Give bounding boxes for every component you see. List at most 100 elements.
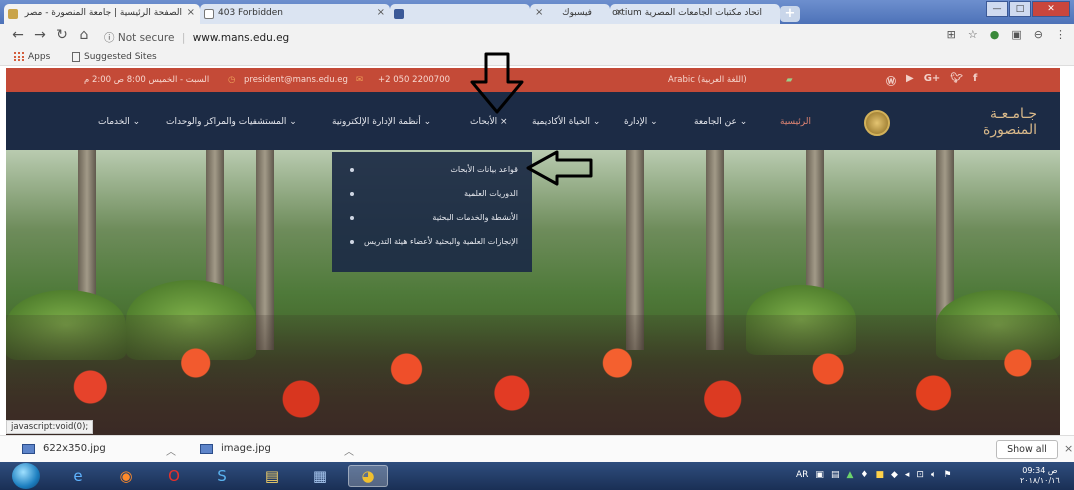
hero-garden-image	[6, 150, 1060, 435]
facebook-icon[interactable]: f	[973, 73, 977, 88]
chrome-icon[interactable]: ◕	[348, 465, 388, 487]
status-bubble: javascript:void(0);	[6, 420, 94, 434]
university-logo[interactable]: جـامـعـة المنصورة	[927, 106, 1037, 138]
skype-icon[interactable]: S	[202, 465, 242, 487]
show-all-button[interactable]: Show all	[996, 440, 1058, 459]
security-label: Not secure	[117, 32, 175, 44]
nav-administration[interactable]: الإدارة ⌄	[624, 117, 658, 127]
tab-eulc[interactable]: اتحاد مكتبات الجامعات المصرية ortium ×	[610, 4, 780, 24]
language-indicator[interactable]: AR	[796, 470, 808, 480]
university-emblem-icon[interactable]	[864, 110, 890, 136]
bullet-icon	[350, 240, 354, 244]
nav-about[interactable]: عن الجامعة ⌄	[694, 117, 747, 127]
dropdown-item-journals[interactable]: الدوريات العلمية	[358, 186, 518, 201]
address-bar[interactable]: ⓘ Not secure | www.mans.edu.eg	[104, 27, 969, 45]
tab-close-icon[interactable]: ×	[535, 7, 543, 18]
file-explorer-icon[interactable]: ▤	[252, 465, 292, 487]
tab-close-icon[interactable]: ×	[377, 7, 385, 18]
bookmark-star-icon[interactable]: ☆	[968, 28, 978, 41]
browser-toolbar: ← → ↻ ⌂ ⓘ Not secure | www.mans.edu.eg ⊞…	[0, 24, 1074, 48]
url-text[interactable]: www.mans.edu.eg	[193, 32, 290, 44]
clock-time: 09:34 ص	[1022, 466, 1058, 475]
menu-icon[interactable]: ⋮	[1055, 28, 1066, 41]
tab-close-icon[interactable]: ×	[615, 7, 623, 18]
youtube-icon[interactable]: ▶	[906, 73, 914, 88]
nav-academic-life[interactable]: الحياة الأكاديمية ⌄	[532, 117, 600, 127]
translate-icon[interactable]: ⊞	[947, 28, 956, 41]
back-icon[interactable]: ←	[10, 27, 26, 43]
extension-icon[interactable]: ●	[990, 28, 1000, 41]
volume-icon[interactable]: 🔈︎	[931, 470, 936, 480]
bullet-icon	[350, 192, 354, 196]
window-close-button[interactable]: ✕	[1032, 1, 1070, 17]
chevron-up-icon[interactable]: ︿	[166, 443, 176, 458]
dropdown-item-faculty-achievements[interactable]: الإنجازات العلمية والبحثية لأعضاء هيئة ا…	[358, 234, 518, 249]
phone-text: +2 050 2200700	[378, 75, 451, 85]
tab-close-icon[interactable]: ×	[187, 7, 195, 18]
tab-facebook-blank[interactable]	[390, 4, 530, 24]
suggested-sites-bookmark[interactable]: Suggested Sites	[72, 52, 157, 62]
home-icon[interactable]: ⌂	[76, 27, 92, 43]
wordpress-icon[interactable]: Ⓦ	[886, 73, 896, 88]
nav-home[interactable]: الرئيسية	[780, 117, 811, 127]
social-links: Ⓦ ▶ G+ 🐦︎ f	[886, 73, 977, 88]
apps-bookmark[interactable]: Apps	[14, 52, 50, 62]
dropdown-item-research-databases[interactable]: قواعد بيانات الأبحاث	[358, 162, 518, 177]
apps-label: Apps	[28, 52, 51, 62]
close-icon[interactable]: ×	[1064, 442, 1073, 455]
account-icon[interactable]: ⊖	[1034, 28, 1043, 41]
tray-app-icon[interactable]: ▣	[815, 470, 824, 480]
image-file-icon	[200, 443, 213, 454]
tab-title: الصفحة الرئيسية | جامعة المنصورة - مصر	[24, 8, 182, 18]
language-switch[interactable]: Arabic (اللغة العربية)	[668, 75, 747, 85]
email-link[interactable]: president@mans.edu.eg	[244, 75, 348, 85]
start-button-icon[interactable]	[12, 463, 40, 489]
forward-icon[interactable]: →	[32, 27, 48, 43]
tray-app-icon[interactable]: ■	[875, 470, 884, 480]
maximize-button[interactable]: □	[1009, 1, 1031, 17]
reload-icon[interactable]: ↻	[54, 27, 70, 43]
opera-icon[interactable]: O	[154, 465, 194, 487]
tab-mans-home[interactable]: الصفحة الرئيسية | جامعة المنصورة - مصر ×	[4, 4, 200, 24]
download-filename: image.jpg	[221, 443, 271, 454]
tab-facebook[interactable]: فيسبوك ×	[530, 4, 610, 24]
taskbar-clock[interactable]: 09:34 ص ٢٠١٨/١٠/١٦	[1020, 466, 1060, 486]
google-plus-icon[interactable]: G+	[924, 73, 941, 88]
download-filename: 622x350.jpg	[43, 443, 106, 454]
tray-app-icon[interactable]: ▤	[831, 470, 840, 480]
firefox-icon[interactable]: ◉	[106, 465, 146, 487]
facebook-icon	[394, 9, 404, 19]
network-icon[interactable]: ⊡	[916, 470, 924, 480]
flower-bed	[6, 315, 1060, 435]
tab-title: فيسبوك	[562, 8, 592, 18]
info-icon[interactable]: ⓘ	[104, 32, 115, 44]
download-item[interactable]: 622x350.jpg	[22, 443, 106, 454]
chevron-up-icon[interactable]: ︿	[344, 443, 354, 458]
site-topbar: السبت - الخميس 8:00 ص 2:00 م ◷ president…	[6, 68, 1060, 92]
cast-icon[interactable]: ▣	[1011, 28, 1021, 41]
twitter-icon[interactable]: 🐦︎	[950, 73, 963, 88]
nav-e-admin-systems[interactable]: أنظمة الإدارة الإلكترونية ⌄	[332, 117, 431, 127]
internet-explorer-icon[interactable]: e	[58, 465, 98, 487]
minimize-button[interactable]: —	[986, 1, 1008, 17]
nav-hospitals-centers[interactable]: المستشفيات والمراكز والوحدات ⌄	[166, 117, 297, 127]
tray-app-icon[interactable]: ◆	[891, 470, 898, 480]
new-tab-button[interactable]: +	[780, 6, 800, 22]
arrow-left-icon[interactable]: ◂	[905, 470, 910, 480]
clock-date: ٢٠١٨/١٠/١٦	[1020, 476, 1060, 485]
nav-services[interactable]: الخدمات ⌄	[98, 117, 140, 127]
tray-app-icon[interactable]: ♦	[860, 470, 868, 480]
image-file-icon	[22, 443, 35, 454]
downloads-bar: 622x350.jpg ︿ image.jpg ︿ Show all ×	[0, 435, 1074, 462]
flag-icon[interactable]: ⚑	[943, 470, 951, 480]
dropdown-item-research-services[interactable]: الأنشطة والخدمات البحثية	[358, 210, 518, 225]
system-tray: AR ▣ ▤ ▲ ♦ ■ ◆ ◂ ⊡ 🔈︎ ⚑	[796, 470, 951, 480]
nav-research[interactable]: الأبحاث ×	[470, 117, 508, 127]
research-dropdown-menu: قواعد بيانات الأبحاث الدوريات العلمية ال…	[332, 152, 532, 272]
media-app-icon[interactable]: ▦	[300, 465, 340, 487]
tab-403[interactable]: 403 Forbidden ×	[200, 4, 390, 24]
drive-icon[interactable]: ▲	[846, 470, 853, 480]
logo-line-1: جـامـعـة	[990, 106, 1037, 122]
page-icon	[204, 9, 214, 19]
download-item[interactable]: image.jpg	[200, 443, 271, 454]
